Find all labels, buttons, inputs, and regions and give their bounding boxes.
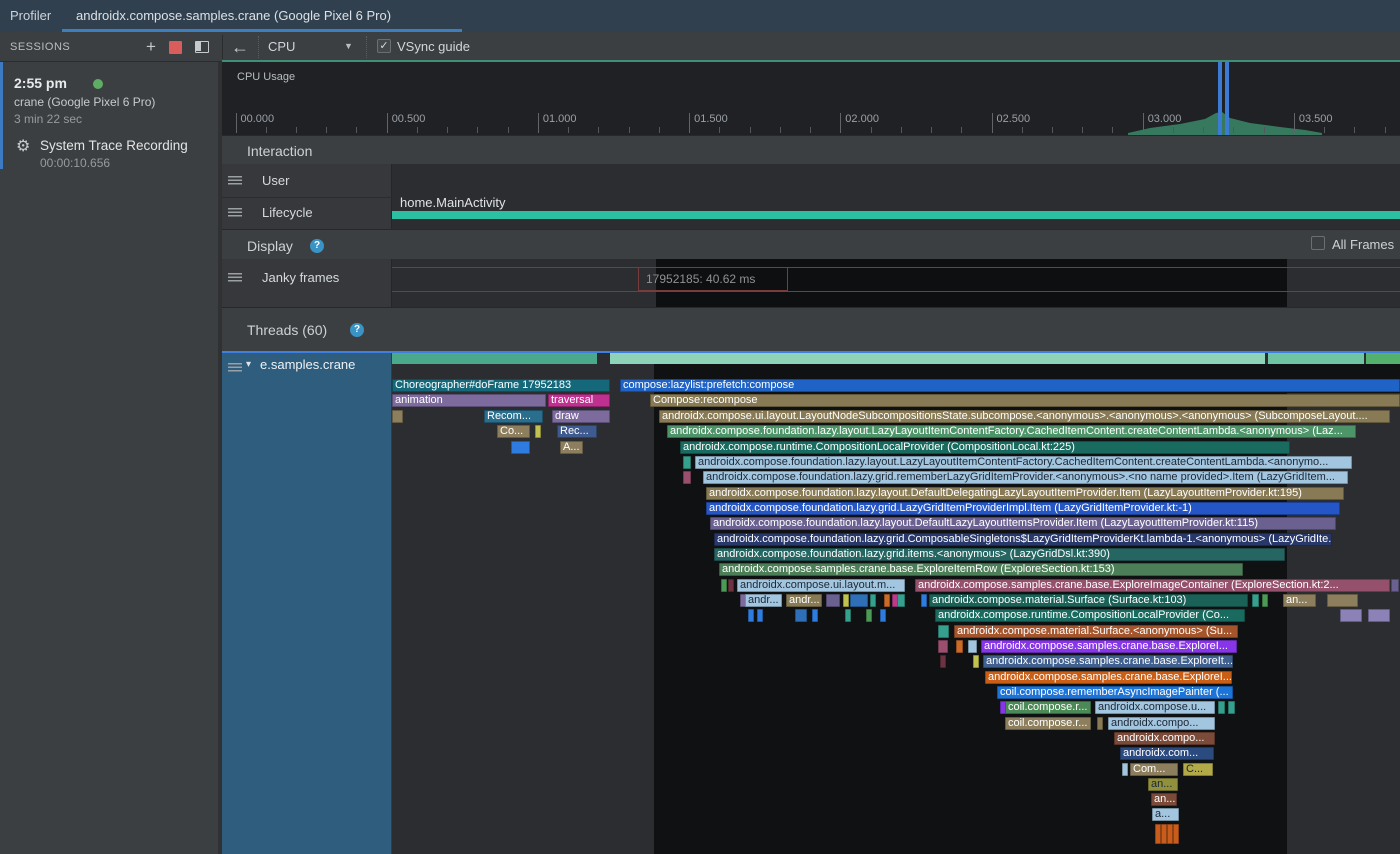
flame-block[interactable] <box>757 609 763 622</box>
flame-block[interactable]: androidx.com... <box>1120 747 1214 760</box>
flame-block[interactable]: coil.compose.rememberAsyncImagePainter (… <box>997 686 1233 699</box>
flame-block[interactable]: compose:lazylist:prefetch:compose <box>620 379 1400 392</box>
flame-block[interactable] <box>1262 594 1268 607</box>
flame-block[interactable]: androidx.compose.samples.crane.base.Expl… <box>719 563 1243 576</box>
flame-block[interactable]: androidx.compo... <box>1108 717 1215 730</box>
flame-block[interactable]: a... <box>1152 808 1179 821</box>
flame-block[interactable]: Com... <box>1130 763 1178 776</box>
flame-block[interactable] <box>826 594 840 607</box>
flame-block[interactable] <box>721 579 727 592</box>
flame-block[interactable] <box>1097 717 1103 730</box>
flame-block[interactable]: androidx.compose.foundation.lazy.grid.Co… <box>714 533 1332 546</box>
flame-block[interactable] <box>850 594 868 607</box>
flame-block[interactable]: coil.compose.r... <box>1005 717 1091 730</box>
flame-block[interactable]: androidx.compose.material.Surface.<anony… <box>954 625 1238 638</box>
flame-block[interactable] <box>921 594 927 607</box>
flame-block[interactable] <box>884 594 890 607</box>
flame-block[interactable] <box>1218 701 1225 714</box>
flame-block[interactable] <box>795 609 807 622</box>
flame-block[interactable] <box>938 625 949 638</box>
flame-block[interactable]: androidx.compose.foundation.lazy.grid.it… <box>714 548 1285 561</box>
flame-block[interactable] <box>812 609 818 622</box>
flame-layer: Choreographer#doFrame 17952183 compose:la… <box>0 0 1400 854</box>
flame-block[interactable]: androidx.compose.material.Surface (Surfa… <box>929 594 1248 607</box>
flame-block[interactable]: androidx.compose.samples.crane.base.Expl… <box>985 671 1232 684</box>
flame-block[interactable] <box>897 594 905 607</box>
flame-block[interactable] <box>973 655 979 668</box>
flame-block[interactable] <box>938 640 948 653</box>
flame-block[interactable]: androidx.compose.foundation.lazy.layout.… <box>706 487 1344 500</box>
flame-block[interactable]: androidx.compo... <box>1114 732 1215 745</box>
flame-block[interactable]: andr... <box>745 594 782 607</box>
flame-block[interactable]: A... <box>560 441 583 454</box>
flame-block[interactable] <box>511 441 530 454</box>
flame-block[interactable]: andr... <box>786 594 822 607</box>
flame-block[interactable] <box>1173 824 1179 844</box>
flame-block[interactable]: androidx.compose.samples.crane.base.Expl… <box>915 579 1390 592</box>
flame-block[interactable] <box>845 609 851 622</box>
profiler-window: Profiler androidx.compose.samples.crane … <box>0 0 1400 854</box>
flame-block[interactable] <box>1122 763 1128 776</box>
flame-block[interactable] <box>843 594 849 607</box>
flame-block[interactable] <box>1252 594 1259 607</box>
flame-block[interactable] <box>1340 609 1362 622</box>
flame-block[interactable] <box>1228 701 1235 714</box>
flame-block[interactable]: an... <box>1151 793 1177 806</box>
flame-block[interactable]: animation <box>392 394 546 407</box>
flame-block[interactable]: androidx.compose.ui.layout.LayoutNodeSub… <box>659 410 1390 423</box>
flame-block[interactable] <box>968 640 977 653</box>
flame-block[interactable]: traversal <box>548 394 610 407</box>
flame-block[interactable] <box>683 456 691 469</box>
flame-block[interactable] <box>1368 609 1390 622</box>
flame-block[interactable] <box>870 594 876 607</box>
flame-block[interactable] <box>866 609 872 622</box>
flame-block[interactable] <box>956 640 963 653</box>
flame-block[interactable]: an... <box>1283 594 1316 607</box>
flame-block[interactable]: androidx.compose.samples.crane.base.Expl… <box>983 655 1233 668</box>
flame-block[interactable]: androidx.compose.u... <box>1095 701 1215 714</box>
flame-block[interactable] <box>1327 594 1358 607</box>
flame-block[interactable] <box>1391 579 1399 592</box>
flame-block[interactable]: androidx.compose.runtime.CompositionLoca… <box>680 441 1290 454</box>
flame-block[interactable]: Choreographer#doFrame 17952183 <box>392 379 610 392</box>
flame-block[interactable]: draw <box>552 410 610 423</box>
flame-block[interactable]: an... <box>1148 778 1178 791</box>
flame-block[interactable]: androidx.compose.ui.layout.m... <box>737 579 905 592</box>
flame-block[interactable]: androidx.compose.foundation.lazy.grid.re… <box>703 471 1348 484</box>
flame-block[interactable]: Recom... <box>484 410 543 423</box>
flame-block[interactable]: androidx.compose.runtime.CompositionLoca… <box>935 609 1245 622</box>
flame-block[interactable]: Co... <box>497 425 530 438</box>
flame-block[interactable]: androidx.compose.foundation.lazy.grid.La… <box>706 502 1340 515</box>
flame-block[interactable]: androidx.compose.foundation.lazy.layout.… <box>695 456 1352 469</box>
flame-block[interactable] <box>392 410 403 423</box>
flame-block[interactable] <box>748 609 754 622</box>
flame-block[interactable]: Rec... <box>557 425 597 438</box>
flame-block[interactable] <box>683 471 691 484</box>
flame-block[interactable]: Compose:recompose <box>650 394 1400 407</box>
flame-block[interactable]: C... <box>1183 763 1213 776</box>
flame-block[interactable] <box>535 425 541 438</box>
flame-block[interactable]: androidx.compose.samples.crane.base.Expl… <box>981 640 1237 653</box>
flame-block[interactable] <box>940 655 946 668</box>
flame-block[interactable]: androidx.compose.foundation.lazy.layout.… <box>667 425 1356 438</box>
flame-block[interactable]: androidx.compose.foundation.lazy.layout.… <box>710 517 1336 530</box>
flame-block[interactable] <box>728 579 734 592</box>
flame-block[interactable]: coil.compose.r... <box>1005 701 1091 714</box>
flame-block[interactable] <box>880 609 886 622</box>
